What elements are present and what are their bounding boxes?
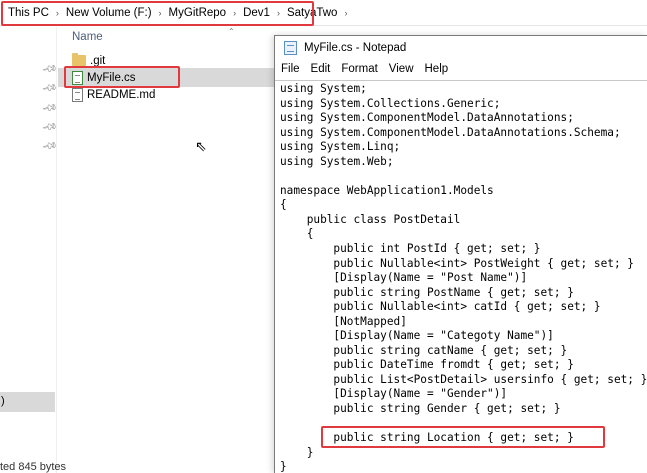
code-line: public int PostId { get; set; } — [280, 242, 541, 256]
document-icon — [72, 87, 83, 102]
menu-bar: File Edit Format View Help — [275, 60, 647, 78]
nav-item-selected[interactable]: ) — [0, 392, 55, 412]
code-line: public string catName { get; set; } — [280, 343, 568, 357]
code-line: public string PostName { get; set; } — [280, 285, 574, 299]
code-line: public DateTime fromdt { get; set; } — [280, 358, 574, 372]
pin-icon[interactable]: 📌︎ — [41, 61, 58, 77]
code-line: public Nullable<int> PostWeight { get; s… — [280, 256, 634, 270]
menu-format[interactable]: Format — [341, 63, 377, 75]
chevron-right-icon[interactable]: › — [344, 8, 347, 18]
notepad-window[interactable]: MyFile.cs - Notepad File Edit Format Vie… — [274, 35, 647, 473]
code-line: { — [280, 198, 287, 212]
folder-icon — [72, 53, 86, 66]
code-line: using System; — [280, 82, 367, 95]
file-name: README.md — [87, 88, 156, 101]
address-bar[interactable]: This PC › New Volume (F:) › MyGitRepo › … — [0, 0, 647, 26]
pin-icon[interactable]: 📌︎ — [41, 138, 58, 154]
code-line: using System.Collections.Generic; — [280, 96, 501, 110]
code-line: public List<PostDetail> usersinfo { get;… — [280, 372, 647, 386]
file-name: .git — [90, 54, 106, 67]
code-line: using System.Linq; — [280, 140, 401, 154]
code-line: public string Gender { get; set; } — [280, 402, 561, 416]
column-header-name[interactable]: Name — [72, 31, 103, 43]
navigation-pane[interactable]: 📌︎ 📌︎ 📌︎ 📌︎ 📌︎ ) — [0, 27, 58, 473]
code-line: [Display(Name = "Post Name")] — [280, 271, 528, 285]
code-line: using System.Web; — [280, 154, 394, 168]
notepad-app-icon[interactable] — [284, 41, 297, 55]
code-line: { — [280, 227, 314, 241]
menu-edit[interactable]: Edit — [311, 63, 331, 75]
menu-help[interactable]: Help — [425, 63, 449, 75]
code-line: public Nullable<int> catId { get; set; } — [280, 300, 601, 314]
sort-ascending-icon: ⌃ — [228, 27, 235, 36]
code-line: using System.ComponentModel.DataAnnotati… — [280, 111, 574, 125]
code-line: [Display(Name = "Categoty Name")] — [280, 329, 554, 343]
code-line: [Display(Name = "Gender")] — [280, 387, 508, 401]
notepad-titlebar[interactable]: MyFile.cs - Notepad — [275, 36, 647, 60]
code-line: namespace WebApplication1.Models — [280, 183, 494, 197]
code-line: [NotMapped] — [280, 314, 407, 328]
code-highlight-box — [321, 426, 605, 448]
status-bar-text: ted 845 bytes — [0, 461, 67, 473]
mouse-cursor-icon: ⇖ — [195, 138, 207, 154]
code-line: public class PostDetail — [280, 212, 461, 226]
pin-icon[interactable]: 📌︎ — [41, 100, 58, 116]
pin-icon[interactable]: 📌︎ — [41, 119, 58, 135]
breadcrumb-highlight-box — [1, 1, 314, 26]
code-line: } — [280, 460, 287, 473]
menu-view[interactable]: View — [389, 63, 414, 75]
code-line: using System.ComponentModel.DataAnnotati… — [280, 125, 621, 139]
text-editor-area[interactable]: using System; using System.Collections.G… — [275, 80, 647, 473]
file-highlight-box — [64, 66, 180, 88]
window-title: MyFile.cs - Notepad — [304, 42, 407, 54]
pin-icon[interactable]: 📌︎ — [41, 80, 58, 96]
menu-file[interactable]: File — [281, 63, 300, 75]
